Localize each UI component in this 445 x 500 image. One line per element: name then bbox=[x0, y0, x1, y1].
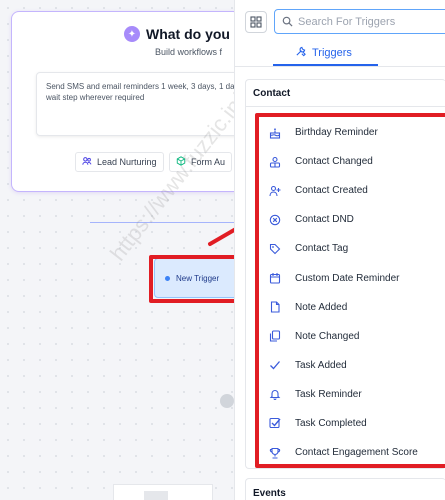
trigger-panel: Triggers Contact Birthday Reminder Conta… bbox=[234, 0, 445, 500]
people-icon bbox=[82, 156, 92, 168]
grid-icon bbox=[250, 16, 262, 28]
ai-title-row: ✦ What do you bbox=[124, 26, 230, 42]
chip-label: Form Au bbox=[191, 157, 226, 167]
ai-prompt-input[interactable]: Send SMS and email reminders 1 week, 3 d… bbox=[36, 72, 234, 136]
highlight-box-trigger bbox=[149, 255, 234, 303]
tabs-divider bbox=[235, 66, 445, 67]
workflow-canvas[interactable]: ✦ What do you Build workflows f Send SMS… bbox=[0, 0, 234, 500]
wrench-icon bbox=[295, 46, 306, 60]
chip-lead-nurturing[interactable]: Lead Nurturing bbox=[75, 152, 164, 172]
tab-triggers[interactable]: Triggers bbox=[295, 46, 352, 60]
zoom-handle[interactable] bbox=[220, 394, 234, 408]
ai-title: What do you bbox=[146, 26, 230, 42]
ai-subtitle: Build workflows f bbox=[155, 47, 223, 57]
chip-form-automation[interactable]: Form Au bbox=[169, 152, 233, 172]
ai-builder-card: ✦ What do you Build workflows f Send SMS… bbox=[11, 11, 234, 192]
canvas-minimap[interactable] bbox=[113, 484, 213, 500]
apps-grid-button[interactable] bbox=[245, 11, 267, 33]
search-icon bbox=[282, 16, 293, 27]
search-input[interactable] bbox=[298, 15, 438, 28]
section-title: Events bbox=[253, 488, 286, 499]
section-title: Contact bbox=[253, 88, 291, 99]
section-divider bbox=[246, 106, 445, 107]
minimap-viewport bbox=[144, 491, 168, 500]
highlight-box-trigger-list bbox=[255, 113, 445, 468]
events-section[interactable]: Events bbox=[245, 478, 445, 500]
tab-label: Triggers bbox=[312, 47, 352, 59]
search-field[interactable] bbox=[274, 9, 445, 34]
cube-icon bbox=[176, 156, 186, 168]
chip-label: Lead Nurturing bbox=[97, 157, 157, 167]
ai-sparkle-icon: ✦ bbox=[124, 26, 140, 42]
